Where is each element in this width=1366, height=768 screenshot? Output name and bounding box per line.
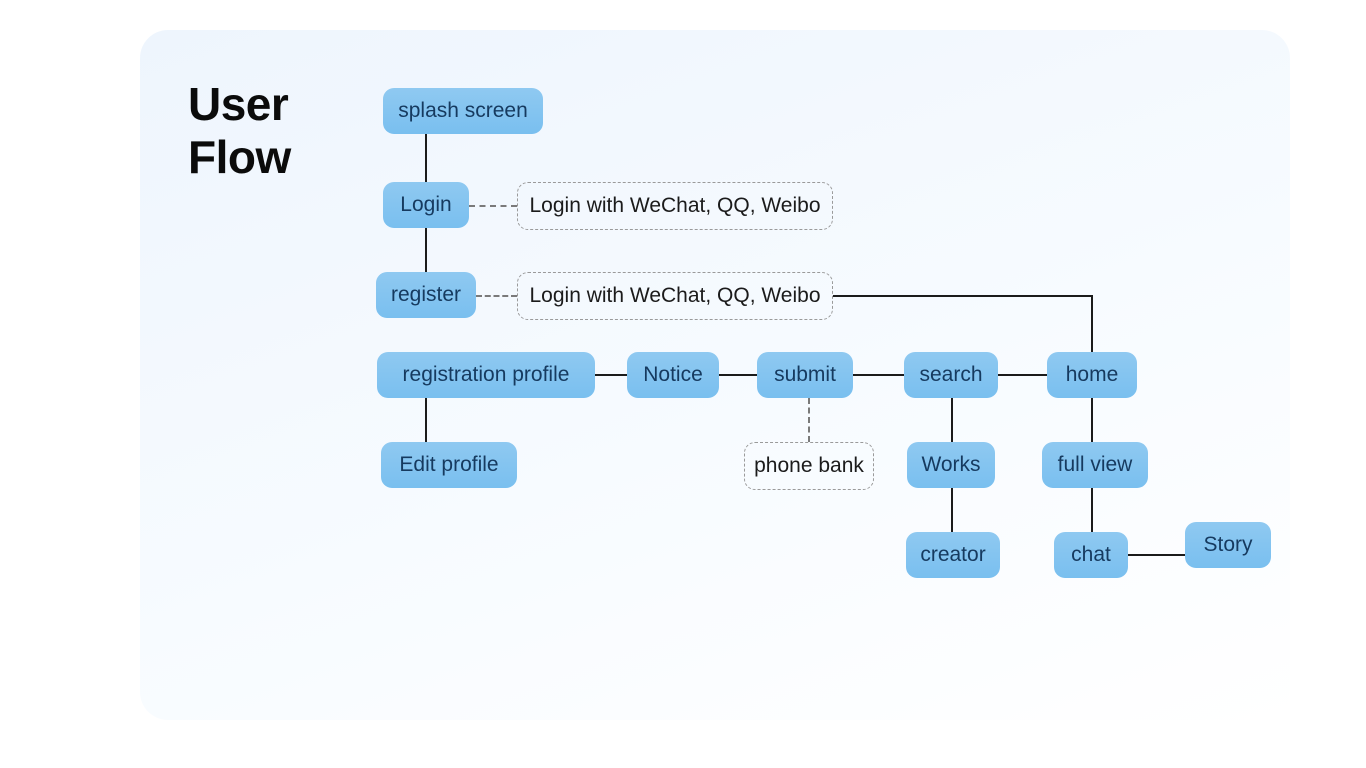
node-full-view: full view xyxy=(1042,442,1148,488)
node-register: register xyxy=(376,272,476,318)
conn-register-anno xyxy=(476,295,517,297)
conn-search-works xyxy=(951,398,953,442)
node-home: home xyxy=(1047,352,1137,398)
title-line-2: Flow xyxy=(188,131,291,183)
anno-phone-bank: phone bank xyxy=(744,442,874,490)
conn-submit-search xyxy=(853,374,904,376)
conn-login-anno xyxy=(469,205,517,207)
conn-chat-story xyxy=(1128,554,1185,556)
node-registration-profile: registration profile xyxy=(377,352,595,398)
node-edit-profile: Edit profile xyxy=(381,442,517,488)
node-search: search xyxy=(904,352,998,398)
node-notice: Notice xyxy=(627,352,719,398)
conn-fullview-chat xyxy=(1091,488,1093,532)
conn-registeranno-home xyxy=(833,295,1093,297)
anno-login-providers: Login with WeChat, QQ, Weibo xyxy=(517,182,833,230)
conn-notice-submit xyxy=(719,374,757,376)
conn-login-register xyxy=(425,228,427,272)
node-story: Story xyxy=(1185,522,1271,568)
conn-submit-phonebank xyxy=(808,398,810,442)
conn-home-up xyxy=(1091,295,1093,352)
conn-regprofile-editprofile xyxy=(425,398,427,442)
node-submit: submit xyxy=(757,352,853,398)
conn-regprof-notice xyxy=(595,374,627,376)
node-works: Works xyxy=(907,442,995,488)
node-creator: creator xyxy=(906,532,1000,578)
title-line-1: User xyxy=(188,78,288,130)
conn-works-creator xyxy=(951,488,953,532)
conn-splash-login xyxy=(425,134,427,182)
node-splash-screen: splash screen xyxy=(383,88,543,134)
conn-home-fullview xyxy=(1091,398,1093,442)
node-login: Login xyxy=(383,182,469,228)
conn-search-home xyxy=(998,374,1047,376)
diagram-title: User Flow xyxy=(188,78,291,184)
anno-register-providers: Login with WeChat, QQ, Weibo xyxy=(517,272,833,320)
node-chat: chat xyxy=(1054,532,1128,578)
